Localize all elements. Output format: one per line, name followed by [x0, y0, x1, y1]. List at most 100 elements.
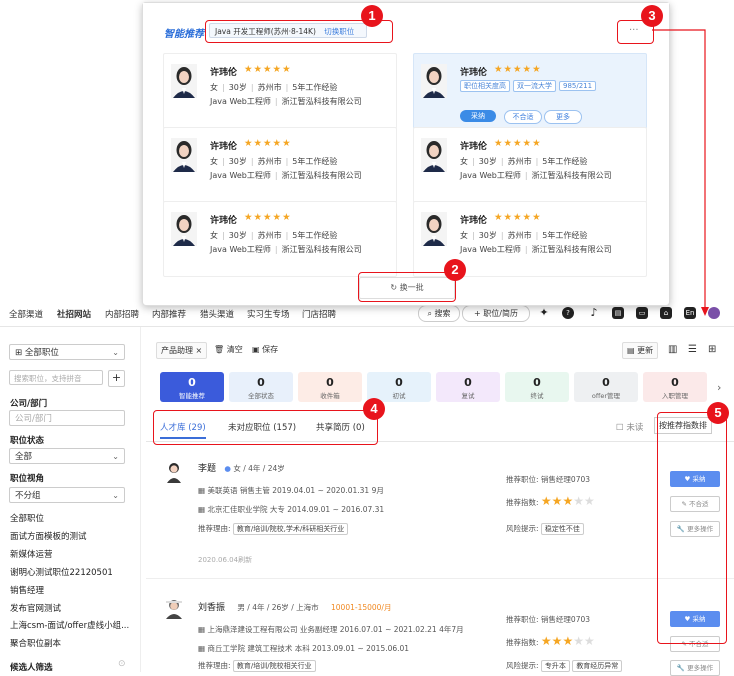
list-view-icon[interactable]: ☰	[688, 344, 697, 355]
info-item: 女	[210, 157, 218, 166]
calendar-icon[interactable]: ▤	[612, 307, 624, 319]
candidate-name[interactable]: 李题	[198, 464, 216, 474]
recommend-card[interactable]: 许玮伦 ★★★★★ 女 | 30岁 | 苏州市 | 5年工作经验 Java Web工程师 | 浙江暂泓…	[163, 53, 397, 129]
card-name: 许玮伦	[210, 68, 238, 78]
card-basic-info: 女 | 30岁 | 苏州市 | 5年工作经验	[210, 230, 337, 241]
candidate-avatar[interactable]	[163, 597, 185, 619]
group-item[interactable]: 谢明心测试职位22120501	[10, 566, 113, 578]
adopt-button[interactable]: 采纳	[460, 110, 496, 122]
info-item: 30岁	[228, 83, 247, 92]
card-basic-info: 女 | 30岁 | 苏州市 | 5年工作经验	[210, 156, 337, 167]
group-item[interactable]: 全部职位	[10, 512, 44, 524]
card-name: 许玮伦	[460, 68, 488, 78]
candidate-avatar[interactable]	[165, 461, 183, 483]
stat-card[interactable]: 0 收件箱	[298, 372, 362, 402]
card-name: 许玮伦	[460, 142, 488, 152]
group-item[interactable]: 销售经理	[10, 584, 44, 596]
stat-card[interactable]: 0 复试	[436, 372, 500, 402]
sidebar: ⊞ 全部职位 ⌄ 搜索职位，支持拼音 + 公司/部门 公司/部门 职位状态 全部 ⌄…	[0, 327, 141, 673]
nav-tab-referral[interactable]: 内部推荐	[152, 308, 186, 320]
reject-button[interactable]: 不合适	[504, 110, 542, 124]
edu-text: 北京汇佳职业学院 大专 2014.09.01 ~ 2016.07.31	[207, 505, 385, 514]
view-select[interactable]: 不分组 ⌄	[9, 487, 125, 503]
close-icon[interactable]: ×	[196, 346, 203, 355]
status-select[interactable]: 全部 ⌄	[9, 448, 125, 464]
nav-tab-headhunter[interactable]: 猎头渠道	[200, 308, 234, 320]
female-icon: ●	[224, 464, 231, 473]
collapse-icon[interactable]: ⊙	[118, 659, 126, 669]
filter-chip-label: 产品助理	[161, 346, 193, 355]
job-search-input[interactable]: 搜索职位，支持拼音	[9, 370, 103, 385]
candidate-name[interactable]: 刘香振	[198, 603, 225, 613]
doc-icon: ▤	[627, 346, 635, 355]
card-name: 许玮伦	[210, 216, 238, 226]
refresh-date: 2020.06.04刷新	[198, 556, 253, 564]
separator: |	[285, 83, 289, 92]
callout-4: 4	[363, 398, 385, 420]
grid-view-icon[interactable]: ⊞	[708, 344, 716, 355]
recommend-card[interactable]: 许玮伦 ★★★★★ 职位相关度高 双一流大学 985/211 采纳 不合适 更多	[413, 53, 647, 129]
more-button[interactable]: 更多	[544, 110, 582, 124]
group-item[interactable]: 发布官网测试	[10, 602, 61, 614]
puzzle-icon[interactable]: ✦	[538, 307, 550, 319]
post-job-button[interactable]: + 职位/简历	[462, 305, 530, 322]
stat-count: 0	[464, 376, 472, 389]
view-label: 职位视角	[10, 474, 45, 484]
info-item: 苏州市	[257, 157, 282, 166]
dept-input[interactable]: 公司/部门	[9, 410, 125, 426]
group-item[interactable]: 面试方面模板的测试	[10, 530, 87, 542]
nav-tab-store[interactable]: 门店招聘	[302, 308, 336, 320]
recommend-card[interactable]: 许玮伦 ★★★★★ 女 | 30岁 | 苏州市 | 5年工作经验 Java Web工程师 | 浙江暂泓…	[413, 127, 647, 203]
save-button[interactable]: ▣ 保存	[248, 342, 282, 357]
callout-box-4	[153, 410, 378, 445]
recommend-card[interactable]: 许玮伦 ★★★★★ 女 | 30岁 | 苏州市 | 5年工作经验 Java Web工程师 | 浙江暂泓…	[163, 201, 397, 277]
chevron-right-icon[interactable]: ›	[717, 381, 721, 394]
more-actions-button[interactable]: 🔧 更多操作	[670, 660, 720, 676]
nav-tab-intern[interactable]: 实习生专场	[247, 308, 290, 320]
stat-label: 终试	[530, 392, 544, 400]
job-select-value: 全部职位	[24, 348, 59, 358]
recommend-card[interactable]: 许玮伦 ★★★★★ 女 | 30岁 | 苏州市 | 5年工作经验 Java Web工程师 | 浙江暂泓…	[163, 127, 397, 203]
info-item: 苏州市	[507, 157, 532, 166]
filter-chip-product-assistant[interactable]: 产品助理 ×	[156, 342, 208, 359]
add-job-button[interactable]: +	[108, 370, 125, 387]
help-icon[interactable]: ?	[562, 307, 574, 319]
stat-card[interactable]: 0 全部状态	[229, 372, 293, 402]
stat-card[interactable]: 0 智能推荐	[160, 372, 224, 402]
bell-icon[interactable]: ♪	[588, 307, 600, 319]
info-item: 5年工作经验	[542, 157, 588, 166]
stat-count: 0	[188, 376, 196, 389]
candidate-photo	[171, 64, 197, 98]
unread-checkbox[interactable]: ☐ 未读	[616, 421, 643, 433]
info-item: 5年工作经验	[292, 231, 338, 240]
group-item[interactable]: 上海csm-面试/offer虚线小组...	[10, 619, 129, 631]
info-item: 苏州市	[257, 83, 282, 92]
callout-1: 1	[361, 5, 383, 27]
callout-box-2	[358, 272, 456, 302]
group-item[interactable]: 新媒体运营	[10, 548, 53, 560]
nav-tab-all-channels[interactable]: 全部渠道	[9, 308, 43, 320]
column-view-icon[interactable]: ▥	[668, 344, 677, 355]
stat-card[interactable]: 0 入职管理	[643, 372, 707, 402]
stat-card[interactable]: 0 终试	[505, 372, 569, 402]
separator: |	[472, 231, 475, 240]
save-icon: ▣	[252, 345, 260, 354]
message-icon[interactable]: ▭	[636, 307, 648, 319]
nav-tab-social-sites[interactable]: 社招网站	[57, 308, 91, 320]
risk-label: 风险提示:	[506, 661, 539, 670]
info-item: 30岁	[228, 231, 247, 240]
save-label: 保存	[262, 345, 279, 354]
clear-button[interactable]: 🗑 清空	[210, 342, 247, 357]
separator: |	[274, 245, 278, 254]
candidate-photo	[171, 212, 197, 246]
info-item: 女	[460, 157, 468, 166]
chevron-down-icon: ⌄	[112, 348, 119, 357]
candidate-row: 李题 ● 女 / 4年 / 24岁	[198, 461, 698, 474]
nav-search-button[interactable]: ⌕ 搜索	[418, 305, 460, 322]
star-rating-icon: ★★★★★	[244, 64, 292, 75]
nav-tab-internal[interactable]: 内部招聘	[105, 308, 139, 320]
job-select[interactable]: ⊞ 全部职位 ⌄	[9, 344, 125, 360]
stat-card[interactable]: 0 offer管理	[574, 372, 638, 402]
update-button[interactable]: ▤ 更新	[622, 342, 659, 359]
group-item[interactable]: 聚合职位副本	[10, 637, 61, 649]
